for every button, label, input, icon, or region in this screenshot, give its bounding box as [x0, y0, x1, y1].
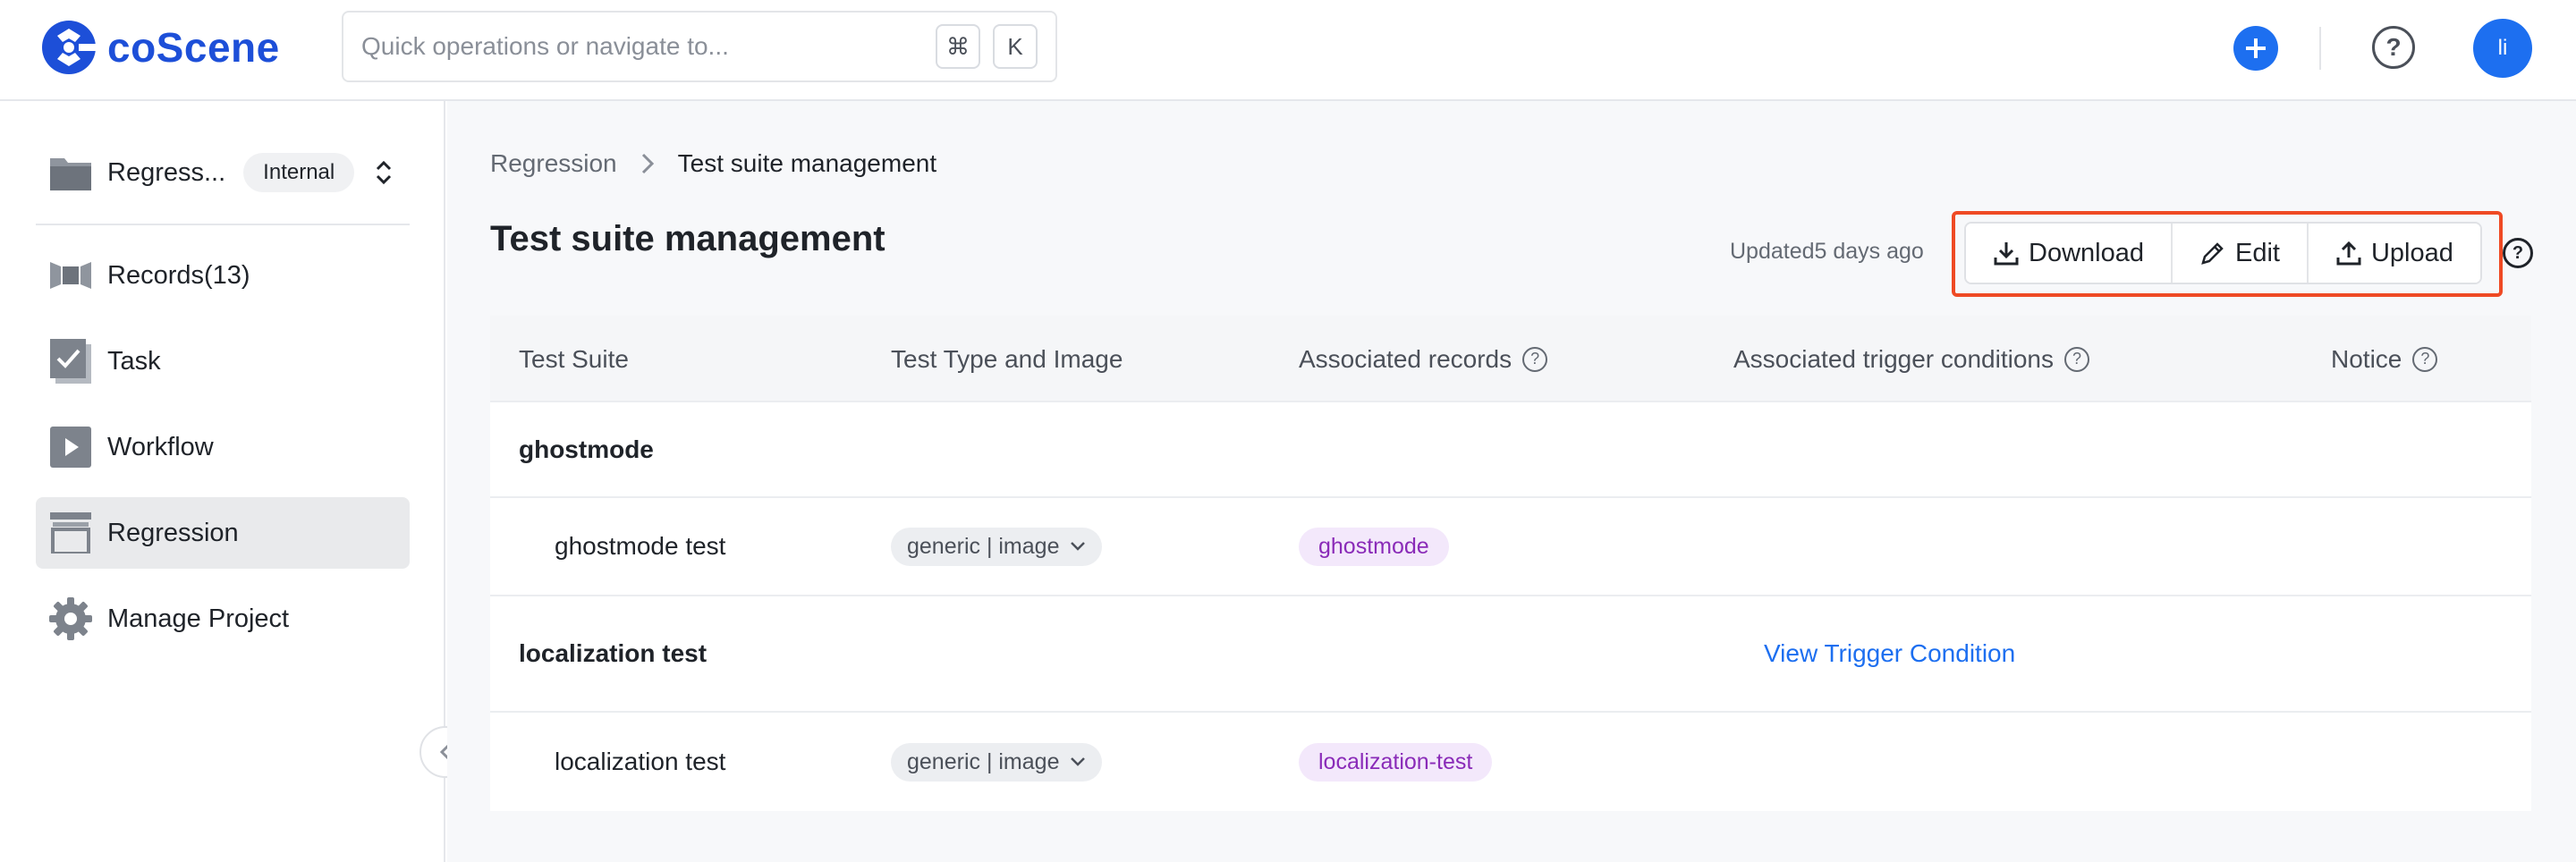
group-row: ghostmode	[490, 402, 2531, 498]
download-button[interactable]: Download	[1966, 224, 2173, 283]
column-header-label: Associated trigger conditions	[1733, 344, 2054, 373]
question-icon[interactable]: ?	[1522, 346, 1548, 372]
chevron-down-icon	[1071, 757, 1086, 766]
k-key: K	[993, 24, 1038, 69]
column-header-notice: Notice ?	[2331, 316, 2438, 402]
type-image-label: generic | image	[907, 748, 1060, 774]
breadcrumb-current: Test suite management	[677, 149, 937, 177]
chevron-right-icon	[640, 152, 655, 175]
breadcrumb: Regression Test suite management	[490, 149, 936, 178]
avatar[interactable]: li	[2473, 19, 2532, 78]
table-row[interactable]: ghostmode test generic | image ghostmode	[490, 498, 2531, 596]
test-suite-name: ghostmode test	[555, 532, 726, 560]
main-content: Regression Test suite management Test su…	[447, 101, 2576, 862]
download-label: Download	[2029, 238, 2144, 267]
column-header-label: Notice	[2331, 344, 2402, 373]
edit-button[interactable]: Edit	[2172, 224, 2309, 283]
project-switcher[interactable]: Regress... Internal	[48, 146, 406, 199]
project-name: Regress...	[107, 157, 226, 187]
type-image-label: generic | image	[907, 533, 1060, 559]
sidebar-item-records[interactable]: Records(13)	[36, 240, 410, 311]
create-button[interactable]	[2233, 26, 2278, 71]
top-bar: coScene Quick operations or navigate to.…	[0, 0, 2576, 101]
download-icon	[1994, 242, 2019, 266]
records-cell: ghostmode	[1299, 498, 1449, 595]
type-image-dropdown[interactable]: generic | image	[891, 527, 1103, 566]
task-icon	[48, 339, 93, 384]
gear-icon	[48, 596, 93, 641]
view-trigger-condition-link[interactable]: View Trigger Condition	[1764, 596, 2015, 711]
column-header-test-suite: Test Suite	[519, 344, 629, 373]
edit-label: Edit	[2234, 238, 2280, 267]
regression-icon	[48, 511, 93, 555]
column-header-associated-records: Associated records ?	[1299, 316, 1548, 402]
sidebar-item-manage-project[interactable]: Manage Project	[36, 583, 410, 655]
sidebar-item-label: Workflow	[107, 432, 214, 461]
table-header: Test Suite Test Type and Image Associate…	[490, 316, 2531, 402]
action-button-group: Download Edit Upload	[1964, 222, 2482, 284]
sidebar-item-label: Task	[107, 346, 161, 376]
sidebar-item-regression[interactable]: Regression	[36, 497, 410, 569]
sidebar-item-label: Records(13)	[107, 260, 250, 290]
breadcrumb-link-regression[interactable]: Regression	[490, 149, 617, 178]
sidebar-divider	[36, 224, 410, 225]
sidebar-item-task[interactable]: Task	[36, 325, 410, 397]
record-tag[interactable]: ghostmode	[1299, 527, 1449, 566]
group-name: localization test	[519, 639, 708, 667]
type-image-cell: generic | image	[891, 713, 1103, 811]
command-key: ⌘	[936, 24, 980, 69]
type-image-dropdown[interactable]: generic | image	[891, 742, 1103, 782]
group-name: ghostmode	[519, 435, 654, 463]
coscene-logo-icon	[42, 21, 98, 74]
question-icon[interactable]: ?	[2063, 346, 2089, 372]
sidebar-item-workflow[interactable]: Workflow	[36, 411, 410, 483]
column-header-test-type: Test Type and Image	[891, 344, 1123, 373]
upload-icon	[2336, 241, 2361, 266]
record-tag[interactable]: localization-test	[1299, 742, 1493, 782]
group-row: localization test View Trigger Condition	[490, 596, 2531, 713]
records-icon	[48, 253, 93, 298]
upload-button[interactable]: Upload	[2308, 224, 2480, 283]
logo-text: coScene	[107, 24, 280, 71]
test-suite-name: localization test	[555, 748, 726, 775]
plus-icon	[2246, 38, 2266, 58]
chevron-down-icon	[1071, 542, 1086, 551]
help-icon[interactable]: ?	[2372, 26, 2415, 69]
test-suite-table: Test Suite Test Type and Image Associate…	[490, 316, 2531, 811]
search-input[interactable]: Quick operations or navigate to...	[361, 32, 923, 61]
table-row[interactable]: localization test generic | image locali…	[490, 713, 2531, 811]
question-icon[interactable]: ?	[2412, 346, 2438, 372]
type-image-cell: generic | image	[891, 498, 1103, 595]
logo[interactable]: coScene	[39, 16, 280, 79]
chevron-updown-icon[interactable]	[374, 159, 394, 186]
records-cell: localization-test	[1299, 713, 1493, 811]
column-header-trigger-conditions: Associated trigger conditions ?	[1733, 316, 2089, 402]
upload-label: Upload	[2370, 238, 2453, 267]
sidebar-item-label: Regression	[107, 518, 239, 547]
search-box[interactable]: Quick operations or navigate to... ⌘ K	[342, 11, 1057, 82]
pencil-icon	[2201, 242, 2224, 265]
page-title: Test suite management	[490, 219, 886, 258]
updated-timestamp: Updated5 days ago	[1730, 239, 1924, 264]
sidebar-item-label: Manage Project	[107, 604, 290, 633]
sidebar: Regress... Internal Records(13) Task Wor…	[0, 101, 445, 862]
folder-icon	[50, 158, 91, 190]
help-icon[interactable]: ?	[2503, 238, 2533, 268]
visibility-badge: Internal	[243, 153, 355, 192]
workflow-icon	[48, 425, 93, 469]
toolbar-divider	[2319, 27, 2321, 70]
column-header-label: Associated records	[1299, 344, 1513, 373]
